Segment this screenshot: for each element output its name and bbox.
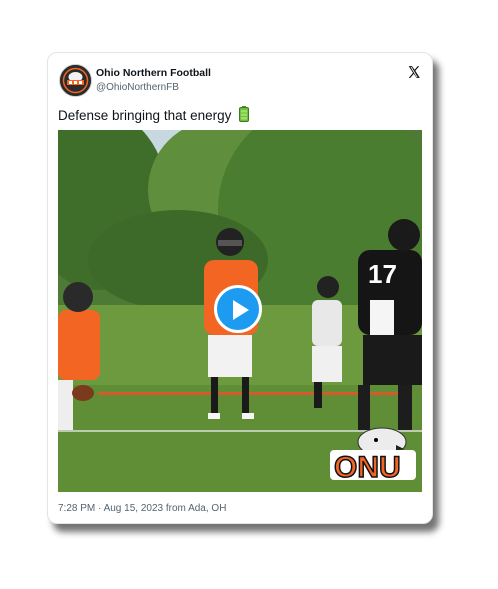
play-icon <box>233 300 249 320</box>
tweet-text-content: Defense bringing that energy <box>58 108 232 123</box>
x-logo-icon[interactable] <box>407 65 421 79</box>
author-avatar[interactable] <box>59 64 92 97</box>
onu-logo-text: ONU <box>334 451 401 484</box>
author-handle[interactable]: @OhioNorthernFB <box>96 82 179 93</box>
battery-icon <box>239 106 250 125</box>
author-name[interactable]: Ohio Northern Football <box>96 67 211 79</box>
play-button[interactable] <box>214 285 262 333</box>
tweet-text: Defense bringing that energy <box>58 106 250 125</box>
tweet-video[interactable]: 17 ONU <box>58 130 422 492</box>
jersey-number: 17 <box>368 259 397 289</box>
tweet-timestamp[interactable]: 7:28 PM · Aug 15, 2023 from Ada, OH <box>58 503 226 514</box>
onu-logo-icon <box>60 65 91 96</box>
tweet-card[interactable]: Ohio Northern Football @OhioNorthernFB D… <box>47 52 433 524</box>
